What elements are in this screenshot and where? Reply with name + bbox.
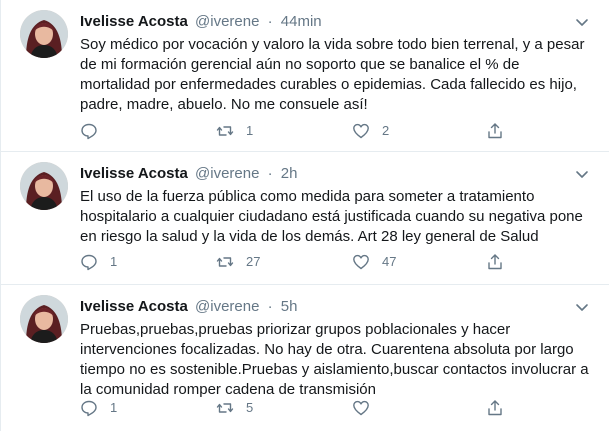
avatar-image [20, 295, 68, 343]
reply-icon [81, 254, 97, 271]
reply-icon [81, 123, 97, 140]
heart-icon [353, 254, 369, 270]
tweet-actions: 1 5 [80, 398, 520, 418]
reply-button[interactable]: 1 [80, 252, 117, 272]
share-button[interactable] [486, 121, 504, 141]
author-handle[interactable]: @iverene [195, 298, 259, 315]
separator: · [267, 165, 273, 182]
timeline: Ivelisse Acosta @iverene · 44min Soy méd… [0, 0, 609, 431]
avatar-image [20, 10, 68, 58]
avatar[interactable] [20, 162, 68, 210]
author-name[interactable]: Ivelisse Acosta [80, 165, 188, 182]
share-button[interactable] [486, 252, 504, 272]
retweet-count: 27 [246, 254, 261, 269]
separator: · [267, 13, 273, 30]
tweet-actions: 1 2 [80, 121, 520, 141]
retweet-icon [216, 403, 234, 413]
like-count: 47 [382, 254, 397, 269]
like-button[interactable]: 47 [352, 252, 396, 272]
author-handle[interactable]: @iverene [195, 13, 259, 30]
reply-button[interactable]: 1 [80, 398, 117, 418]
heart-icon [353, 123, 369, 139]
tweet[interactable]: Ivelisse Acosta @iverene · 44min Soy méd… [1, 0, 609, 152]
chevron-down-icon[interactable] [574, 14, 590, 30]
separator: · [267, 298, 273, 315]
timestamp[interactable]: 2h [281, 165, 298, 182]
share-button[interactable] [486, 398, 504, 418]
tweet[interactable]: Ivelisse Acosta @iverene · 2h El uso de … [1, 152, 609, 285]
author-name[interactable]: Ivelisse Acosta [80, 13, 188, 30]
heart-icon [353, 400, 369, 416]
reply-button[interactable] [80, 121, 110, 141]
tweet-text: El uso de la fuerza pública como medida … [80, 188, 583, 245]
tweet-header: Ivelisse Acosta @iverene · 44min [80, 12, 322, 32]
avatar[interactable] [20, 10, 68, 58]
share-icon [488, 400, 502, 416]
avatar-image [20, 162, 68, 210]
tweet-header: Ivelisse Acosta @iverene · 5h [80, 297, 297, 317]
retweet-button[interactable]: 27 [216, 252, 260, 272]
retweet-count: 1 [246, 123, 254, 138]
reply-count: 1 [110, 254, 118, 269]
retweet-button[interactable]: 1 [216, 121, 253, 141]
chevron-down-icon[interactable] [574, 299, 590, 315]
timestamp[interactable]: 5h [281, 298, 298, 315]
reply-count: 1 [110, 400, 118, 415]
author-name[interactable]: Ivelisse Acosta [80, 298, 188, 315]
like-button[interactable] [352, 398, 382, 418]
tweet-header: Ivelisse Acosta @iverene · 2h [80, 164, 297, 184]
avatar[interactable] [20, 295, 68, 343]
tweet[interactable]: Ivelisse Acosta @iverene · 5h Pruebas,pr… [1, 285, 609, 431]
author-handle[interactable]: @iverene [195, 165, 259, 182]
like-button[interactable]: 2 [352, 121, 389, 141]
retweet-icon [216, 126, 234, 136]
reply-icon [81, 400, 97, 417]
share-icon [488, 254, 502, 270]
retweet-count: 5 [246, 400, 254, 415]
timestamp[interactable]: 44min [281, 13, 322, 30]
retweet-icon [216, 257, 234, 267]
share-icon [488, 123, 502, 139]
chevron-down-icon[interactable] [574, 166, 590, 182]
like-count: 2 [382, 123, 390, 138]
tweet-text: Soy médico por vocación y valoro la vida… [80, 36, 585, 113]
tweet-text: Pruebas,pruebas,pruebas priorizar grupos… [80, 321, 589, 398]
retweet-button[interactable]: 5 [216, 398, 253, 418]
tweet-actions: 1 27 47 [80, 252, 520, 272]
